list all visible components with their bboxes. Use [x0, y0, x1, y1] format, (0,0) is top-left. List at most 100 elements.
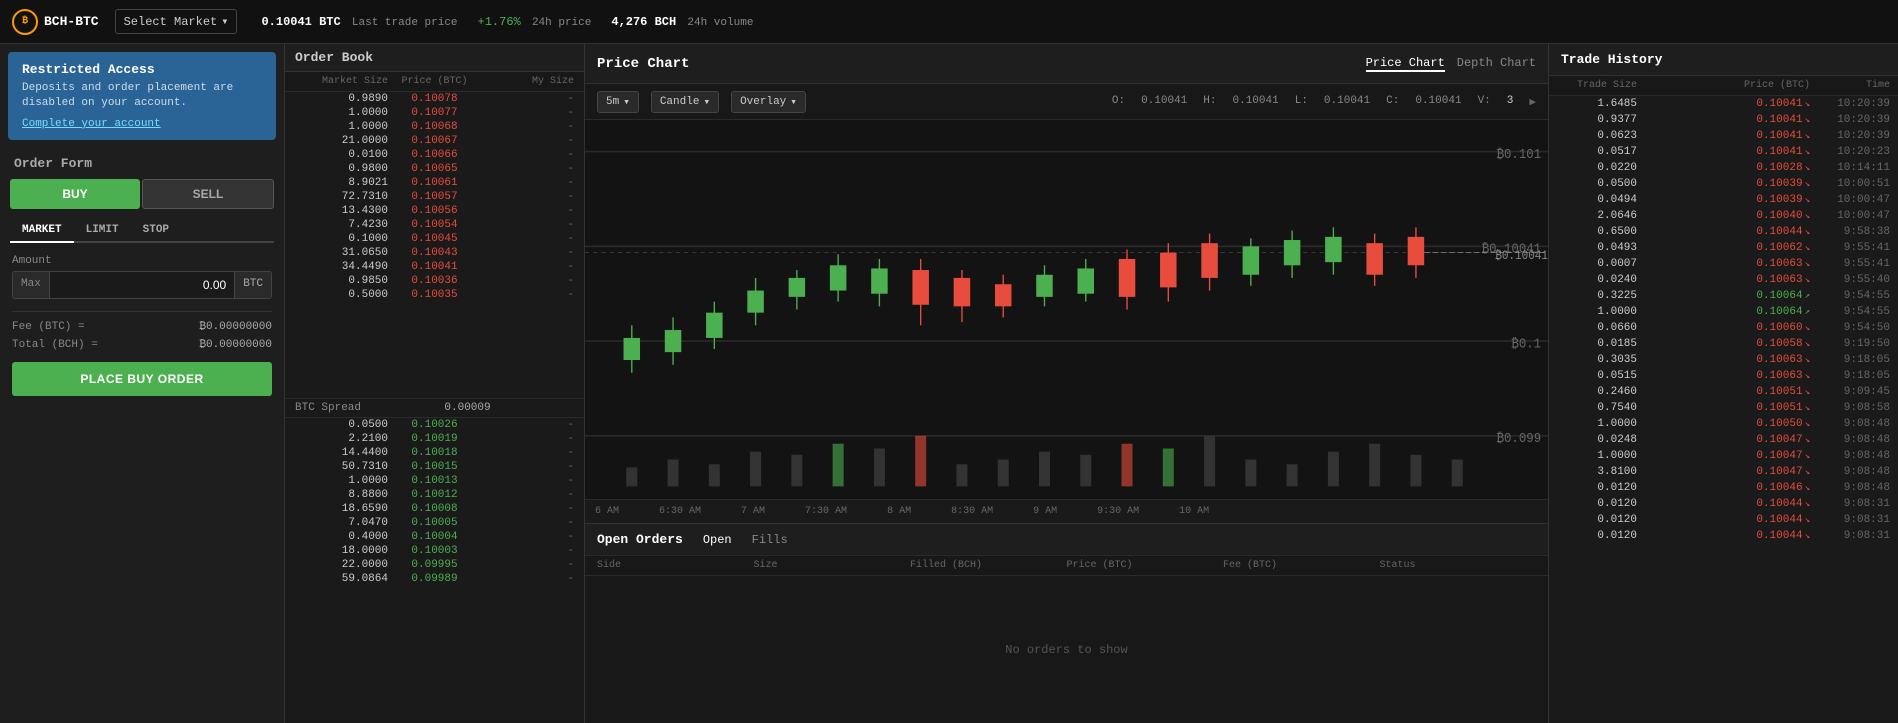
ask-row[interactable]: 13.4300 0.10056 - — [285, 204, 584, 218]
trade-time: 9:54:55 — [1810, 290, 1890, 302]
trade-time: 9:08:48 — [1810, 466, 1890, 478]
trade-time: 10:00:47 — [1810, 194, 1890, 206]
ask-market-size: 1.0000 — [295, 121, 388, 133]
left-panel: Restricted Access Deposits and order pla… — [0, 44, 285, 723]
amount-input[interactable] — [50, 272, 234, 298]
bid-row[interactable]: 14.4400 0.10018 - — [285, 446, 584, 460]
ask-row[interactable]: 8.9021 0.10061 - — [285, 176, 584, 190]
chart-title: Price Chart — [597, 56, 689, 72]
bid-row[interactable]: 2.2100 0.10019 - — [285, 432, 584, 446]
th-col-size: Trade Size — [1557, 80, 1637, 91]
bid-row[interactable]: 7.0470 0.10005 - — [285, 516, 584, 530]
ask-my-size: - — [481, 93, 574, 105]
time-630am: 6:30 AM — [659, 506, 701, 517]
bid-price: 0.10003 — [388, 545, 481, 557]
bid-row[interactable]: 18.0000 0.10003 - — [285, 544, 584, 558]
total-row: Total (BCH) = ₿0.00000000 — [0, 336, 284, 354]
bid-row[interactable]: 1.0000 0.10013 - — [285, 474, 584, 488]
bid-row[interactable]: 18.6590 0.10008 - — [285, 502, 584, 516]
ask-my-size: - — [481, 191, 574, 203]
trade-time: 9:08:48 — [1810, 450, 1890, 462]
trade-price: 0.10041↘ — [1637, 130, 1810, 142]
trade-history-row: 0.7540 0.10051↘ 9:08:58 — [1549, 400, 1898, 416]
trade-time: 10:00:51 — [1810, 178, 1890, 190]
bid-row[interactable]: 50.7310 0.10015 - — [285, 460, 584, 474]
tab-limit[interactable]: LIMIT — [74, 219, 131, 241]
trade-size: 0.0007 — [1557, 258, 1637, 270]
bid-price: 0.10013 — [388, 475, 481, 487]
top-bar: ₿ BCH-BTC Select Market ▾ 0.10041 BTC La… — [0, 0, 1898, 44]
fills-tab[interactable]: Fills — [748, 533, 792, 547]
no-orders-text: No orders to show — [585, 576, 1548, 723]
bid-price: 0.10019 — [388, 433, 481, 445]
ask-row[interactable]: 0.5000 0.10035 - — [285, 288, 584, 302]
trade-size: 0.7540 — [1557, 402, 1637, 414]
trade-history-row: 0.2460 0.10051↘ 9:09:45 — [1549, 384, 1898, 400]
ask-row[interactable]: 34.4490 0.10041 - — [285, 260, 584, 274]
place-buy-order-button[interactable]: PLACE BUY ORDER — [12, 362, 272, 396]
chart-type-selector[interactable]: Candle ▾ — [651, 91, 719, 113]
trade-size: 0.0493 — [1557, 242, 1637, 254]
ask-price: 0.10056 — [388, 205, 481, 217]
depth-chart-tab[interactable]: Depth Chart — [1457, 56, 1536, 72]
ask-price: 0.10066 — [388, 149, 481, 161]
ask-row[interactable]: 0.0100 0.10066 - — [285, 148, 584, 162]
bid-row[interactable]: 22.0000 0.09995 - — [285, 558, 584, 572]
overlay-chevron-icon: ▾ — [790, 95, 797, 109]
ask-row[interactable]: 7.4230 0.10054 - — [285, 218, 584, 232]
interval-selector[interactable]: 5m ▾ — [597, 91, 639, 113]
trade-price: 0.10041↘ — [1637, 98, 1810, 110]
ask-row[interactable]: 72.7310 0.10057 - — [285, 190, 584, 204]
order-book-section: Order Book Market Size Price (BTC) My Si… — [285, 44, 585, 723]
bid-market-size: 0.4000 — [295, 531, 388, 543]
buy-tab-button[interactable]: BUY — [10, 179, 140, 209]
tab-market[interactable]: MARKET — [10, 219, 74, 243]
max-label: Max — [13, 272, 50, 298]
h-label: H: — [1203, 95, 1216, 109]
ask-row[interactable]: 1.0000 0.10077 - — [285, 106, 584, 120]
time-830am: 8:30 AM — [951, 506, 993, 517]
ask-row[interactable]: 0.1000 0.10045 - — [285, 232, 584, 246]
complete-account-link[interactable]: Complete your account — [22, 118, 161, 130]
trade-time: 9:58:38 — [1810, 226, 1890, 238]
bid-my-size: - — [481, 419, 574, 431]
trade-time: 9:18:05 — [1810, 354, 1890, 366]
open-orders-tab[interactable]: Open — [699, 533, 736, 547]
bid-market-size: 14.4400 — [295, 447, 388, 459]
ask-row[interactable]: 0.9850 0.10036 - — [285, 274, 584, 288]
trade-time: 9:08:31 — [1810, 514, 1890, 526]
bid-price: 0.10005 — [388, 517, 481, 529]
trade-price: 0.10047↘ — [1637, 434, 1810, 446]
ask-my-size: - — [481, 135, 574, 147]
amount-label: Amount — [12, 255, 272, 267]
ask-row[interactable]: 0.9890 0.10078 - — [285, 92, 584, 106]
ask-row[interactable]: 31.0650 0.10043 - — [285, 246, 584, 260]
price-chart-tab[interactable]: Price Chart — [1366, 56, 1445, 72]
bid-row[interactable]: 0.0500 0.10026 - — [285, 418, 584, 432]
ask-row[interactable]: 0.9800 0.10065 - — [285, 162, 584, 176]
bid-my-size: - — [481, 531, 574, 543]
bid-market-size: 59.0864 — [295, 573, 388, 585]
trade-price: 0.10047↘ — [1637, 466, 1810, 478]
sell-tab-button[interactable]: SELL — [142, 179, 274, 209]
bid-row[interactable]: 59.0864 0.09989 - — [285, 572, 584, 586]
overlay-selector[interactable]: Overlay ▾ — [731, 91, 806, 113]
oo-col-fee: Fee (BTC) — [1223, 560, 1380, 571]
trade-history-row: 0.0120 0.10044↘ 9:08:31 — [1549, 512, 1898, 528]
ticker-symbol: BCH-BTC — [44, 14, 99, 29]
ask-my-size: - — [481, 149, 574, 161]
trade-history-row: 0.0185 0.10058↘ 9:19:50 — [1549, 336, 1898, 352]
ask-row[interactable]: 1.0000 0.10068 - — [285, 120, 584, 134]
oo-col-status: Status — [1380, 560, 1537, 571]
open-orders-title: Open Orders — [597, 532, 683, 547]
trade-price: 0.10050↘ — [1637, 418, 1810, 430]
bid-row[interactable]: 0.4000 0.10004 - — [285, 530, 584, 544]
ask-my-size: - — [481, 275, 574, 287]
select-market-button[interactable]: Select Market ▾ — [115, 9, 238, 34]
tab-stop[interactable]: STOP — [131, 219, 181, 241]
buy-sell-tabs: BUY SELL — [10, 179, 274, 209]
spread-row: BTC Spread 0.00009 — [285, 398, 584, 418]
bid-row[interactable]: 8.8800 0.10012 - — [285, 488, 584, 502]
ask-row[interactable]: 21.0000 0.10067 - — [285, 134, 584, 148]
trade-history-row: 0.0248 0.10047↘ 9:08:48 — [1549, 432, 1898, 448]
